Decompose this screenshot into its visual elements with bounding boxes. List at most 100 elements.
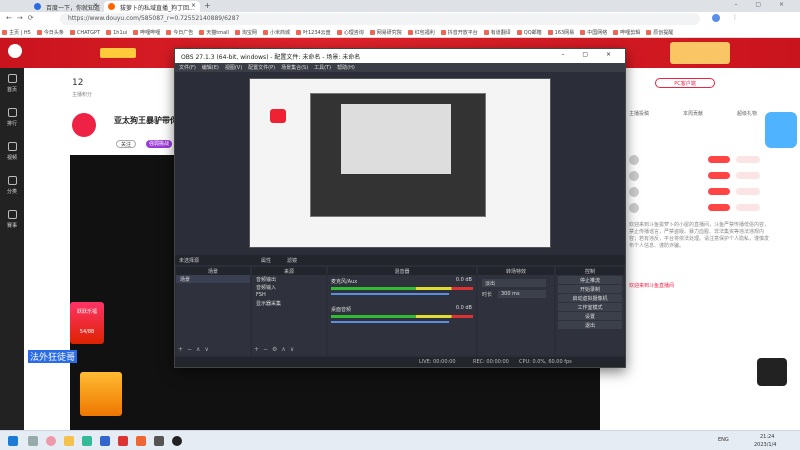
close-icon[interactable]: ×: [191, 2, 196, 9]
tab-1[interactable]: 主播投稿: [629, 110, 649, 117]
window-controls[interactable]: – ▢ ×: [734, 1, 792, 8]
nav-rank[interactable]: 排行: [0, 102, 24, 136]
list-item[interactable]: [625, 152, 770, 168]
obs-menu-item[interactable]: 帮助(H): [337, 65, 355, 71]
nav-match[interactable]: 赛事: [0, 204, 24, 238]
start-icon[interactable]: [8, 436, 18, 446]
bookmark-label: 抖音开放平台: [447, 30, 478, 36]
sidebar-mascot[interactable]: [765, 112, 797, 148]
bookmark-item[interactable]: 淘宝网: [234, 29, 257, 36]
bookmark-label: 1h1ui: [113, 30, 128, 36]
browser-tab-active[interactable]: 拔萝卜的私域直播_狗丁回... ×: [104, 1, 200, 12]
transition-select[interactable]: 淡出: [482, 279, 546, 287]
streamer-avatar[interactable]: [72, 113, 96, 137]
filters-button[interactable]: 滤镜: [287, 257, 297, 264]
scenes-header: 场景: [176, 267, 250, 275]
bookmark-item[interactable]: 哔哩剪辑: [613, 29, 640, 36]
clock-time[interactable]: 21:24: [760, 434, 774, 440]
obs-menu-item[interactable]: 工具(T): [314, 65, 331, 71]
source-buttons[interactable]: +−⚙∧∨: [254, 346, 298, 353]
settings-button[interactable]: 设置: [558, 312, 622, 320]
bookmark-item[interactable]: QQ邮箱: [516, 29, 542, 36]
bookmark-item[interactable]: 今日广告: [166, 29, 193, 36]
challenge-badge[interactable]: 强弱挑战: [146, 140, 172, 148]
source-item[interactable]: 音频输出: [252, 275, 326, 283]
bookmark-item[interactable]: 网易研究院: [369, 29, 402, 36]
bookmark-item[interactable]: CHATGPT: [69, 30, 100, 36]
app-icon[interactable]: [136, 436, 146, 446]
bookmark-item[interactable]: 天猫tmall: [199, 29, 229, 36]
studio-mode-button[interactable]: 工作室模式: [558, 303, 622, 311]
start-record-button[interactable]: 开始录制: [558, 285, 622, 293]
bookmark-item[interactable]: 主页 | H5: [2, 29, 31, 36]
close-icon[interactable]: ×: [93, 2, 98, 9]
duration-input[interactable]: 300 ms: [498, 290, 546, 298]
source-item[interactable]: FSH: [252, 291, 326, 299]
follow-button[interactable]: 关注: [116, 140, 136, 148]
bookmark-item[interactable]: 红包福利: [407, 29, 435, 36]
obs-window-controls[interactable]: – ▢ ×: [561, 51, 619, 58]
extensions-icon[interactable]: ⋮: [732, 14, 738, 21]
bookmark-item[interactable]: 有道翻译: [483, 29, 511, 36]
obs-menu-item[interactable]: 文件(F): [179, 65, 196, 71]
obs-menu-item[interactable]: 编辑(E): [202, 65, 219, 71]
exit-button[interactable]: 退出: [558, 321, 622, 329]
mixer-track: 桌面音频 0.0 dB: [328, 303, 476, 325]
tab-3[interactable]: 超级礼物: [737, 110, 757, 117]
browser-tab[interactable]: 百度一下，你就知道 ×: [30, 1, 102, 12]
sidebar-promo[interactable]: [757, 358, 787, 386]
nav-category[interactable]: 分类: [0, 170, 24, 204]
virtual-cam-button[interactable]: 启动虚拟摄像机: [558, 294, 622, 302]
app-icon[interactable]: [118, 436, 128, 446]
douyu-logo[interactable]: [8, 44, 22, 58]
nav-home[interactable]: 首页: [0, 68, 24, 102]
mail-icon[interactable]: [100, 436, 110, 446]
nav-buttons[interactable]: ←→⟳: [6, 14, 39, 22]
bookmark-item[interactable]: 原创提醒: [646, 29, 673, 36]
obs-menu-item[interactable]: 场景集合(S): [281, 65, 308, 71]
gift-card[interactable]: 跃跃乐福 54/88: [70, 302, 104, 344]
volume-slider[interactable]: [331, 321, 449, 323]
bookmark-item[interactable]: 163网易: [547, 29, 574, 36]
pc-client-button[interactable]: PC客户端: [655, 78, 715, 88]
list-item[interactable]: [625, 168, 770, 184]
list-item[interactable]: [625, 184, 770, 200]
new-tab-button[interactable]: +: [204, 1, 211, 10]
source-item[interactable]: 显示器采集: [252, 299, 326, 307]
folder-icon[interactable]: [64, 436, 74, 446]
obs-menu-item[interactable]: 视图(V): [225, 65, 242, 71]
tab-2[interactable]: 本周贡献: [683, 110, 703, 117]
source-item[interactable]: 音频输入: [252, 283, 326, 291]
search-icon[interactable]: [28, 436, 38, 446]
volume-slider[interactable]: [331, 293, 449, 295]
bookmark-item[interactable]: 叶1234云盘: [295, 29, 331, 36]
bookmark-label: 淘宝网: [241, 30, 257, 36]
bookmark-item[interactable]: 今日头条: [36, 29, 64, 36]
obs-icon[interactable]: [172, 436, 182, 446]
bookmark-item[interactable]: 中国网络: [580, 29, 607, 36]
promo-card[interactable]: [80, 372, 122, 416]
stop-stream-button[interactable]: 停止推流: [558, 276, 622, 284]
scene-buttons[interactable]: +−∧∨: [178, 346, 213, 353]
language-indicator[interactable]: ENG: [718, 437, 729, 443]
nav-video[interactable]: 视频: [0, 136, 24, 170]
app-icon[interactable]: [154, 436, 164, 446]
chrome-icon[interactable]: [46, 436, 56, 446]
obs-preview-area[interactable]: [175, 72, 625, 252]
bookmark-item[interactable]: 小米商城: [262, 29, 290, 36]
scene-item[interactable]: 场景: [176, 275, 250, 283]
bookmark-item[interactable]: 哔哩哔哩: [133, 29, 160, 36]
bookmark-item[interactable]: 抖音开放平台: [440, 29, 478, 36]
obs-window[interactable]: OBS 27.1.3 (64-bit, windows) - 配置文件: 未命名…: [174, 48, 626, 368]
app-icon[interactable]: [82, 436, 92, 446]
bookmark-icon: [516, 30, 522, 35]
list-item[interactable]: [625, 200, 770, 216]
bookmark-item[interactable]: 1h1ui: [106, 30, 127, 36]
header-promo[interactable]: [670, 42, 730, 64]
obs-menu-item[interactable]: 配置文件(P): [248, 65, 275, 71]
profile-icon[interactable]: [712, 14, 720, 22]
bookmark-item[interactable]: 心理咨询: [336, 29, 364, 36]
properties-button[interactable]: 属性: [261, 257, 271, 264]
url-input[interactable]: https://www.douyu.com/585087_r=0.7255214…: [60, 13, 700, 25]
bookmark-icon: [106, 30, 112, 35]
